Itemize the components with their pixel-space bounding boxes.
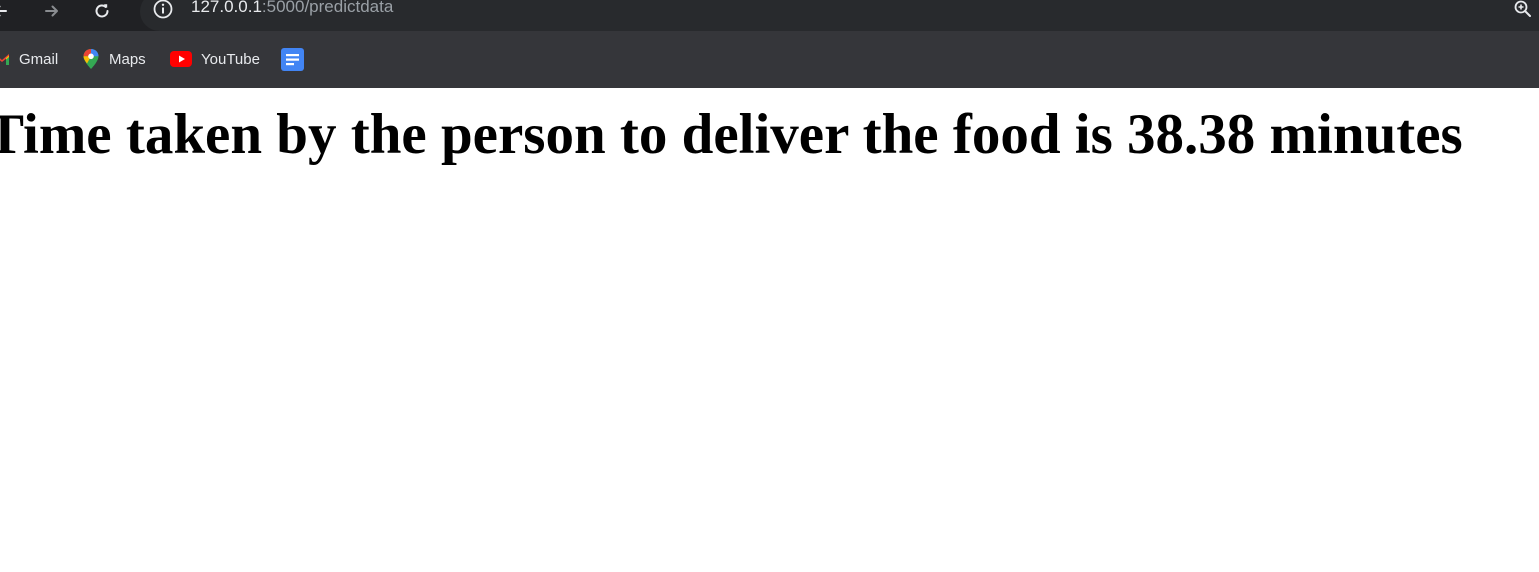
zoom-button[interactable] [1511,0,1535,21]
reload-button[interactable] [88,0,116,25]
url-host: 127.0.0.1 [191,0,262,16]
bookmark-label: Gmail [19,50,59,68]
bookmarks-bar: Gmail Maps YouTube [0,31,1539,88]
bookmark-google-docs[interactable] [281,46,313,72]
page-content: Time taken by the person to deliver the … [0,88,1539,572]
prediction-result-heading: Time taken by the person to deliver the … [0,103,1463,166]
arrow-right-icon [45,5,58,17]
info-icon [153,0,173,19]
maps-icon [82,48,100,70]
reload-icon [95,4,109,18]
bookmark-maps[interactable]: Maps [82,46,146,72]
youtube-icon [170,51,192,67]
forward-button[interactable] [38,0,66,25]
bookmark-gmail[interactable]: Gmail [0,46,58,72]
browser-toolbar: 127.0.0.1:5000/predictdata [0,0,1539,31]
url-text[interactable]: 127.0.0.1:5000/predictdata [191,0,393,19]
google-docs-icon [281,47,304,71]
gmail-icon [0,52,10,66]
bookmark-label: YouTube [201,50,260,68]
bookmark-label: Maps [109,50,146,68]
site-info-button[interactable] [151,0,175,21]
arrow-left-icon [0,5,7,17]
back-button[interactable] [0,0,14,25]
zoom-in-icon [1514,0,1531,17]
url-path: :5000/predictdata [261,0,394,16]
bookmark-youtube[interactable]: YouTube [170,46,260,72]
